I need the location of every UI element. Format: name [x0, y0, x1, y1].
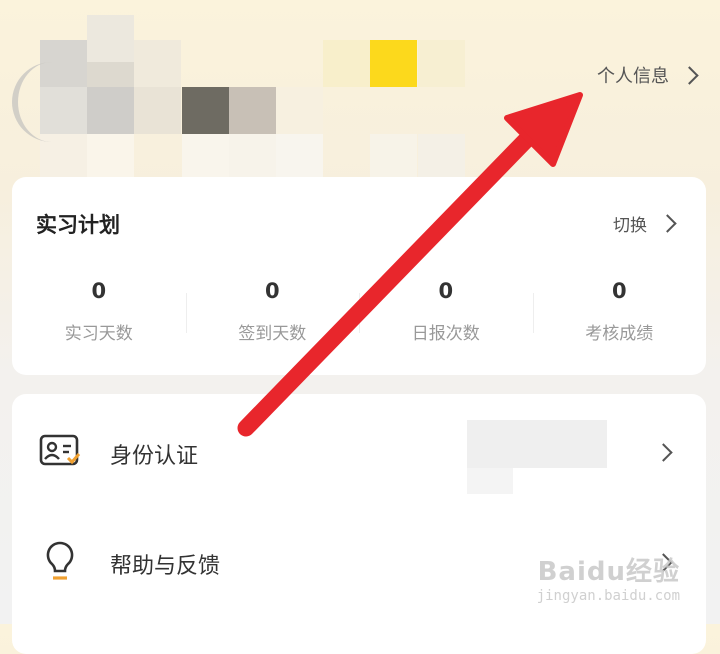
watermark: Baidu经验 jingyan.baidu.com	[537, 551, 680, 604]
stat-label: 签到天数	[238, 324, 307, 344]
chevron-right-icon	[654, 443, 673, 462]
internship-plan-card: 实习计划 切换 0 实习天数 0 签到天数 0 日报次数 0 考核成绩	[12, 177, 706, 375]
id-card-icon	[39, 434, 81, 466]
stat-label: 考核成绩	[585, 324, 654, 344]
switch-label: 切换	[613, 216, 647, 236]
menu-card: 身份认证 帮助与反馈	[12, 394, 706, 654]
stat-value: 0	[438, 279, 454, 303]
stat-value: 0	[264, 279, 280, 303]
stat-daily-reports[interactable]: 0 日报次数	[359, 273, 533, 353]
plan-title: 实习计划	[36, 213, 120, 237]
menu-item-label: 身份认证	[110, 444, 199, 469]
switch-plan-button[interactable]: 切换	[613, 211, 677, 236]
stat-label: 实习天数	[64, 324, 133, 344]
stat-label: 日报次数	[411, 324, 480, 344]
stat-internship-days[interactable]: 0 实习天数	[12, 273, 186, 353]
chevron-right-icon	[680, 65, 699, 85]
personal-info-link[interactable]: 个人信息	[597, 62, 699, 88]
stat-value: 0	[91, 279, 107, 303]
lightbulb-icon	[46, 541, 74, 580]
plan-stats: 0 实习天数 0 签到天数 0 日报次数 0 考核成绩	[12, 273, 706, 353]
menu-item-identity-verification[interactable]: 身份认证	[12, 398, 706, 498]
chevron-right-icon	[658, 214, 677, 233]
watermark-main: Baidu经验	[537, 557, 680, 587]
stat-assessment-score[interactable]: 0 考核成绩	[532, 273, 707, 353]
stat-checkin-days[interactable]: 0 签到天数	[185, 273, 360, 353]
menu-item-label: 帮助与反馈	[110, 554, 221, 579]
watermark-sub: jingyan.baidu.com	[536, 588, 680, 604]
stat-value: 0	[611, 279, 627, 303]
personal-info-label: 个人信息	[597, 66, 669, 87]
